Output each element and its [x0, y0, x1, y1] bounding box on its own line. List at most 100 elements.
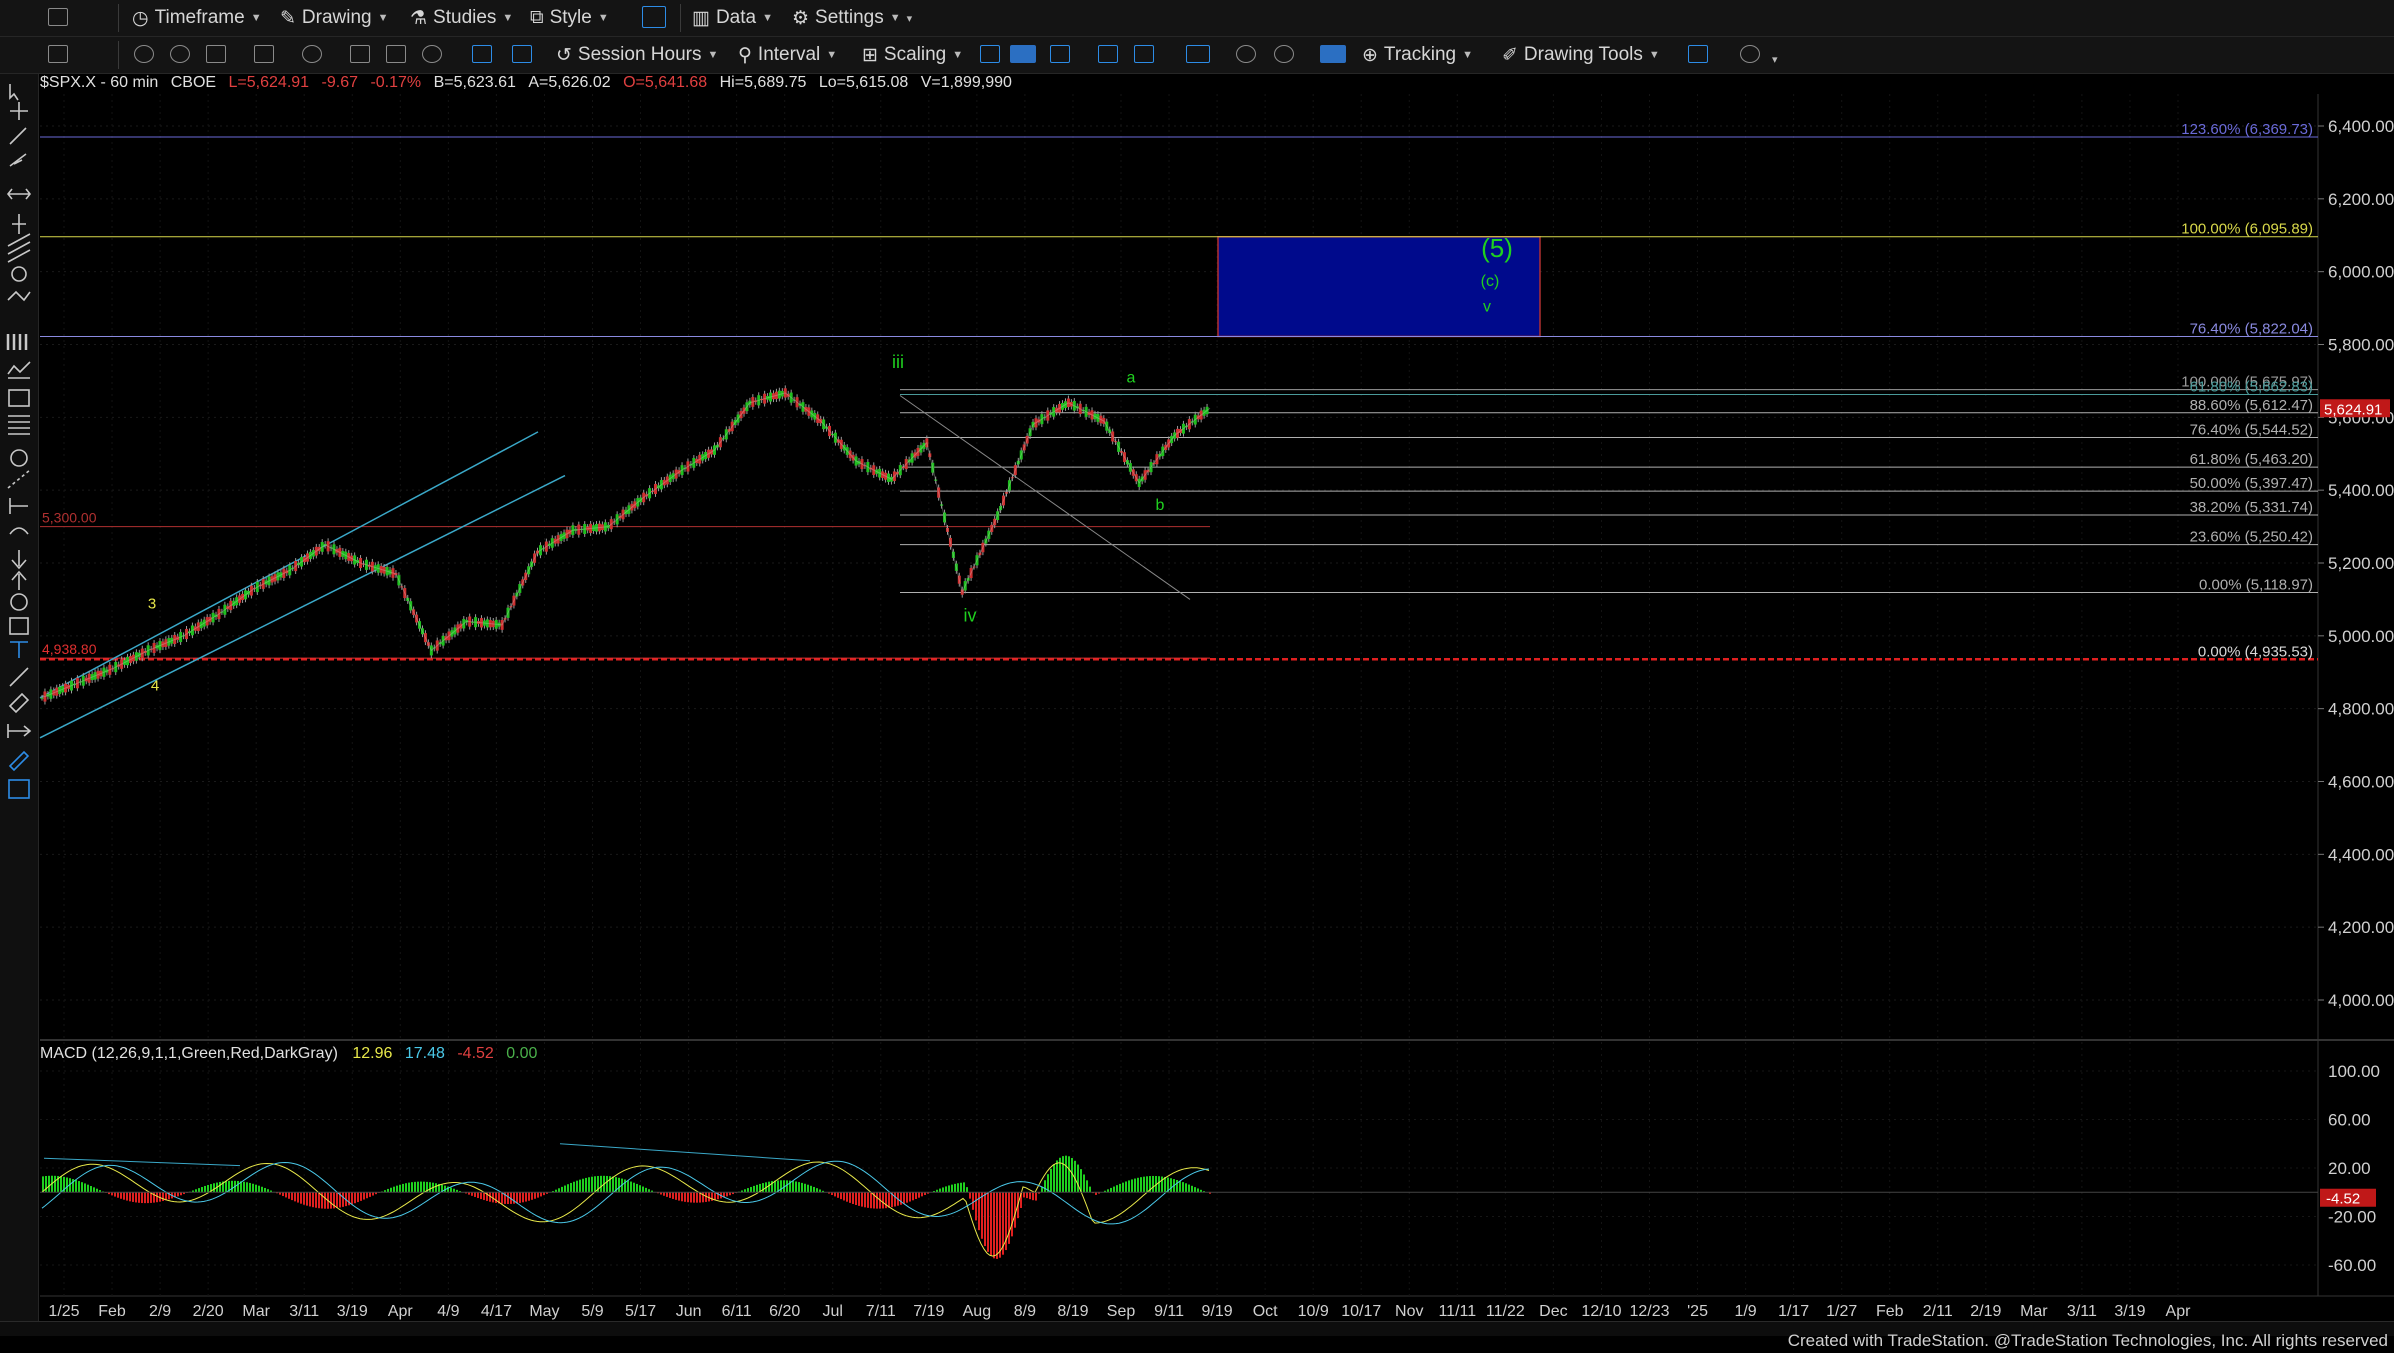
macd-histogram-bar: [606, 1175, 608, 1193]
price-tick-label: 6,200.00: [2328, 190, 2394, 209]
macd-histogram-bar: [282, 1192, 284, 1197]
macd-histogram-bar: [147, 1192, 149, 1204]
macd-histogram-bar: [858, 1192, 860, 1206]
macd-histogram-bar: [288, 1192, 290, 1199]
macd-histogram-bar: [888, 1192, 890, 1208]
macd-histogram-bar: [693, 1192, 695, 1203]
macd-histogram-bar: [561, 1186, 563, 1193]
macd-histogram-bar: [1068, 1156, 1070, 1193]
macd-histogram-bar: [915, 1192, 917, 1200]
macd-histogram-bar: [690, 1192, 692, 1203]
macd-histogram-bar: [1083, 1174, 1085, 1193]
macd-histogram-bar: [1182, 1182, 1184, 1193]
chart-canvas[interactable]: 6,400.006,200.006,000.005,800.005,600.00…: [0, 0, 2394, 1353]
exchange: CBOE: [170, 74, 217, 91]
price-tick-label: 4,000.00: [2328, 991, 2394, 1010]
wave-label-iii: iii: [892, 352, 904, 372]
macd-histogram-bar: [414, 1181, 416, 1193]
macd-histogram-bar: [450, 1187, 452, 1193]
date-tick-label: 2/9: [149, 1303, 171, 1320]
macd-header: MACD (12,26,9,1,1,Green,Red,DarkGray) 12…: [40, 1045, 537, 1063]
macd-histogram-bar: [1194, 1187, 1196, 1193]
macd-histogram-bar: [990, 1192, 992, 1256]
date-tick-label: 3/11: [289, 1303, 319, 1320]
macd-histogram-bar: [1170, 1178, 1172, 1193]
macd-histogram-bar: [87, 1184, 89, 1193]
macd-histogram-bar: [141, 1192, 143, 1204]
macd-histogram-bar: [123, 1192, 125, 1200]
date-tick-label: 6/11: [722, 1303, 752, 1320]
support-label: 5,300.00: [42, 510, 97, 526]
macd-histogram-bar: [90, 1185, 92, 1193]
macd-histogram-bar: [588, 1177, 590, 1193]
price-tick-label: 5,000.00: [2328, 627, 2394, 646]
date-tick-label: 3/19: [337, 1303, 368, 1320]
macd-histogram-bar: [837, 1192, 839, 1198]
macd-histogram-bar: [78, 1181, 80, 1193]
date-tick-label: Mar: [2020, 1303, 2048, 1320]
macd-divergence-1: [43, 1157, 241, 1167]
macd-histogram-bar: [576, 1180, 578, 1193]
date-tick-label: May: [529, 1303, 559, 1320]
macd-histogram-bar: [840, 1192, 842, 1200]
macd-histogram-bar: [1026, 1192, 1028, 1199]
macd-histogram-bar: [66, 1177, 68, 1193]
macd-histogram-bar: [1161, 1176, 1163, 1193]
macd-histogram-bar: [537, 1192, 539, 1198]
macd-histogram-bar: [405, 1183, 407, 1193]
macd-histogram-bar: [894, 1192, 896, 1207]
fib-level-label: 0.00% (5,118.97): [2199, 577, 2313, 594]
pct-change: -0.17%: [370, 74, 422, 91]
date-tick-label: 1/25: [48, 1303, 79, 1320]
macd-histogram-bar: [813, 1186, 815, 1193]
macd-histogram-bar: [939, 1188, 941, 1193]
macd-histogram-bar: [249, 1182, 251, 1193]
macd-histogram-bar: [417, 1181, 419, 1193]
macd-histogram-bar: [135, 1192, 137, 1203]
bid-price: B=5,623.61: [433, 74, 516, 91]
date-tick-label: Jul: [823, 1303, 843, 1320]
macd-histogram-bar: [423, 1181, 425, 1193]
macd-histogram-bar: [522, 1192, 524, 1203]
macd-histogram-bar: [594, 1176, 596, 1193]
macd-histogram-bar: [675, 1192, 677, 1200]
price-tick-label: 5,800.00: [2328, 336, 2394, 355]
macd-histogram-bar: [534, 1192, 536, 1199]
macd-histogram-bar: [93, 1187, 95, 1193]
macd-histogram-bar: [525, 1192, 527, 1202]
macd-histogram-bar: [1158, 1176, 1160, 1193]
macd-tick-label: 60.00: [2328, 1111, 2371, 1130]
macd-histogram-bar: [918, 1192, 920, 1198]
macd-divergence-2: [559, 1143, 811, 1162]
macd-histogram-bar: [768, 1181, 770, 1193]
macd-histogram-bar: [909, 1192, 911, 1202]
macd-histogram-bar: [1035, 1192, 1037, 1201]
macd-histogram-bar: [627, 1180, 629, 1193]
macd-histogram-bar: [900, 1192, 902, 1205]
macd-histogram-bar: [774, 1180, 776, 1193]
macd-histogram-bar: [876, 1192, 878, 1209]
macd-histogram-bar: [696, 1192, 698, 1203]
macd-histogram-bar: [798, 1182, 800, 1193]
high-price: Hi=5,689.75: [719, 74, 807, 91]
macd-histogram-bar: [861, 1192, 863, 1207]
macd-histogram-bar: [1086, 1180, 1088, 1193]
macd-histogram-bar: [996, 1192, 998, 1259]
macd-histogram-bar: [786, 1180, 788, 1193]
macd-histogram-bar: [702, 1192, 704, 1203]
fib-level-label: 61.80% (5,463.20): [2190, 451, 2313, 468]
macd-histogram-bar: [1119, 1183, 1121, 1193]
macd-histogram-bar: [42, 1176, 44, 1193]
macd-histogram-bar: [795, 1181, 797, 1193]
date-tick-label: 9/11: [1154, 1303, 1184, 1320]
macd-histogram-bar: [630, 1181, 632, 1193]
macd-histogram-bar: [855, 1192, 857, 1205]
macd-histogram-bar: [507, 1192, 509, 1204]
macd-histogram-bar: [264, 1187, 266, 1193]
macd-histogram-bar: [1122, 1182, 1124, 1193]
macd-histogram-bar: [1050, 1168, 1052, 1193]
macd-zero: 0.00: [506, 1045, 538, 1062]
macd-histogram-bar: [663, 1192, 665, 1196]
macd-histogram-bar: [402, 1183, 404, 1193]
macd-histogram-bar: [963, 1182, 965, 1193]
